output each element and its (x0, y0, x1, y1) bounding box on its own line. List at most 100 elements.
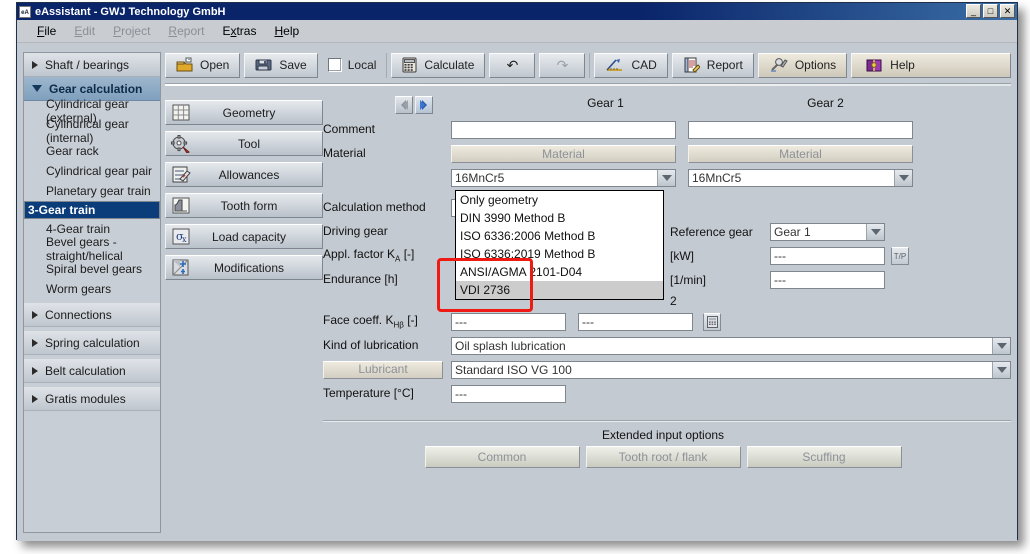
close-icon[interactable]: ✕ (1000, 4, 1015, 18)
menu-extras[interactable]: Extras (222, 24, 256, 38)
tab-allowances[interactable]: Allowances (165, 162, 323, 187)
menu-bar: File Edit Project Report Extras Help (17, 20, 1017, 43)
chevron-down-icon[interactable] (992, 338, 1010, 354)
material-label: Material (323, 147, 451, 160)
lubricant-value: Standard ISO VG 100 (455, 363, 572, 377)
sidebar-item-label: 3-Gear train (28, 203, 95, 217)
calculate-button[interactable]: Calculate (391, 53, 485, 78)
gear-cutter-icon (170, 134, 192, 153)
cad-button[interactable]: CAD (594, 53, 667, 78)
prev-gear-button[interactable] (395, 96, 413, 114)
tab-modifications[interactable]: Modifications (165, 255, 323, 280)
gear-navigation (395, 96, 433, 114)
cad-drafting-icon (605, 57, 624, 73)
sidebar-group-label: Spring calculation (45, 336, 140, 350)
dropdown-option-iso-6336-2019[interactable]: ISO 6336:2019 Method B (456, 245, 663, 263)
dropdown-option-din-3990[interactable]: DIN 3990 Method B (456, 209, 663, 227)
open-folder-icon (176, 57, 193, 73)
lubrication-select[interactable]: Oil splash lubrication (451, 337, 1011, 355)
maximize-icon[interactable]: □ (983, 4, 998, 18)
sidebar-group-shaft-bearings[interactable]: Shaft / bearings (24, 53, 160, 77)
sidebar-group-label: Gear calculation (49, 82, 142, 96)
material-button-gear2[interactable]: Material (688, 145, 913, 163)
temperature-input[interactable]: --- (451, 385, 566, 403)
open-label: Open (200, 58, 229, 72)
speed-input[interactable]: --- (770, 271, 885, 289)
common-button[interactable]: Common (425, 446, 580, 468)
chevron-down-icon[interactable] (992, 362, 1010, 378)
comment-input-gear1[interactable] (451, 121, 676, 139)
power-input[interactable]: --- (770, 247, 885, 265)
menu-project[interactable]: Project (113, 24, 150, 38)
menu-help[interactable]: Help (274, 24, 299, 38)
row-lubrication: Kind of lubrication Oil splash lubricati… (323, 334, 1011, 358)
scuffing-button[interactable]: Scuffing (747, 446, 902, 468)
sidebar-item-3-gear-train[interactable]: 3-Gear train (24, 201, 160, 219)
sidebar-item-planetary-gear-train[interactable]: Planetary gear train (24, 181, 160, 201)
face-coefficient-input-gear2[interactable]: --- (578, 313, 693, 331)
lubricant-button[interactable]: Lubricant (323, 361, 443, 379)
local-label: Local (348, 58, 377, 72)
reference-gear-select[interactable]: Gear 1 (770, 223, 885, 241)
sidebar-item-cylindrical-gear-pair[interactable]: Cylindrical gear pair (24, 161, 160, 181)
save-button[interactable]: Save (244, 53, 317, 78)
material-select-gear1[interactable]: 16MnCr5 (451, 169, 676, 187)
column-header-gear1: Gear 1 (493, 96, 718, 110)
help-button[interactable]: Help (851, 53, 1011, 78)
sidebar-group-spring-calculation[interactable]: Spring calculation (24, 331, 160, 355)
reference-gear-value: Gear 1 (774, 225, 811, 239)
sidebar-item-bevel-gears[interactable]: Bevel gears - straight/helical (24, 239, 160, 259)
menu-file[interactable]: File (37, 24, 56, 38)
sidebar-item-cylindrical-gear-internal[interactable]: Cylindrical gear (internal) (24, 121, 160, 141)
dropdown-option-only-geometry[interactable]: Only geometry (456, 191, 663, 209)
sigma-x-icon: σx (170, 227, 192, 246)
speed-label: [1/min] (670, 273, 770, 287)
face-coefficient-input-gear1[interactable]: --- (451, 313, 566, 331)
torque-power-toggle-button[interactable]: T/P (891, 247, 909, 265)
next-gear-button[interactable] (415, 96, 433, 114)
local-checkbox[interactable]: Local (322, 53, 383, 78)
lubricant-select[interactable]: Standard ISO VG 100 (451, 361, 1011, 379)
dropdown-option-vdi-2736[interactable]: VDI 2736 (456, 281, 663, 299)
calculator-icon (402, 57, 417, 73)
nav-row: Gear 1 Gear 2 (323, 96, 1011, 118)
row-temperature: Temperature [°C] --- (323, 382, 1011, 406)
row-calculation-method: Calculation method Only geometry (323, 196, 1011, 220)
chevron-down-icon[interactable] (657, 170, 675, 186)
sidebar-group-belt-calculation[interactable]: Belt calculation (24, 359, 160, 383)
calculation-method-dropdown[interactable]: Only geometry DIN 3990 Method B ISO 6336… (455, 190, 664, 300)
undo-button[interactable]: ↶ (489, 53, 535, 78)
calculator-icon (707, 316, 718, 328)
comment-input-gear2[interactable] (688, 121, 913, 139)
report-button[interactable]: Report (672, 53, 754, 78)
menu-edit[interactable]: Edit (74, 24, 95, 38)
tab-tooth-form[interactable]: Tooth form (165, 193, 323, 218)
options-button[interactable]: Options (758, 53, 847, 78)
sidebar-item-label: Gear rack (46, 144, 99, 158)
tab-tool[interactable]: Tool (165, 131, 323, 156)
sidebar-item-spiral-bevel-gears[interactable]: Spiral bevel gears (24, 259, 160, 279)
tab-geometry[interactable]: Geometry (165, 100, 323, 125)
sidebar-group-connections[interactable]: Connections (24, 303, 160, 327)
material-button-gear1[interactable]: Material (451, 145, 676, 163)
sidebar-group-gratis-modules[interactable]: Gratis modules (24, 387, 160, 411)
chevron-down-icon[interactable] (866, 224, 884, 240)
dropdown-option-iso-6336-2006[interactable]: ISO 6336:2006 Method B (456, 227, 663, 245)
menu-report[interactable]: Report (168, 24, 204, 38)
face-coefficient-calculator-button[interactable] (703, 313, 721, 331)
dropdown-option-ansi-agma-2101[interactable]: ANSI/AGMA 2101-D04 (456, 263, 663, 281)
redo-button[interactable]: ↷ (539, 53, 585, 78)
material-select-gear2[interactable]: 16MnCr5 (688, 169, 913, 187)
sidebar-group-label: Shaft / bearings (45, 58, 129, 72)
sidebar-item-worm-gears[interactable]: Worm gears (24, 279, 160, 299)
chevron-down-icon[interactable] (894, 170, 912, 186)
main-split: Shaft / bearings Gear calculation Cylind… (17, 43, 1017, 541)
checkbox-icon[interactable] (328, 58, 342, 72)
tooth-root-flank-button[interactable]: Tooth root / flank (586, 446, 741, 468)
appl-factor-label: Appl. factor KA [-] (323, 248, 451, 264)
options-label: Options (795, 58, 836, 72)
minimize-icon[interactable]: _ (966, 4, 981, 18)
tab-label: Geometry (200, 106, 322, 120)
tab-load-capacity[interactable]: σx Load capacity (165, 224, 323, 249)
open-button[interactable]: Open (165, 53, 240, 78)
